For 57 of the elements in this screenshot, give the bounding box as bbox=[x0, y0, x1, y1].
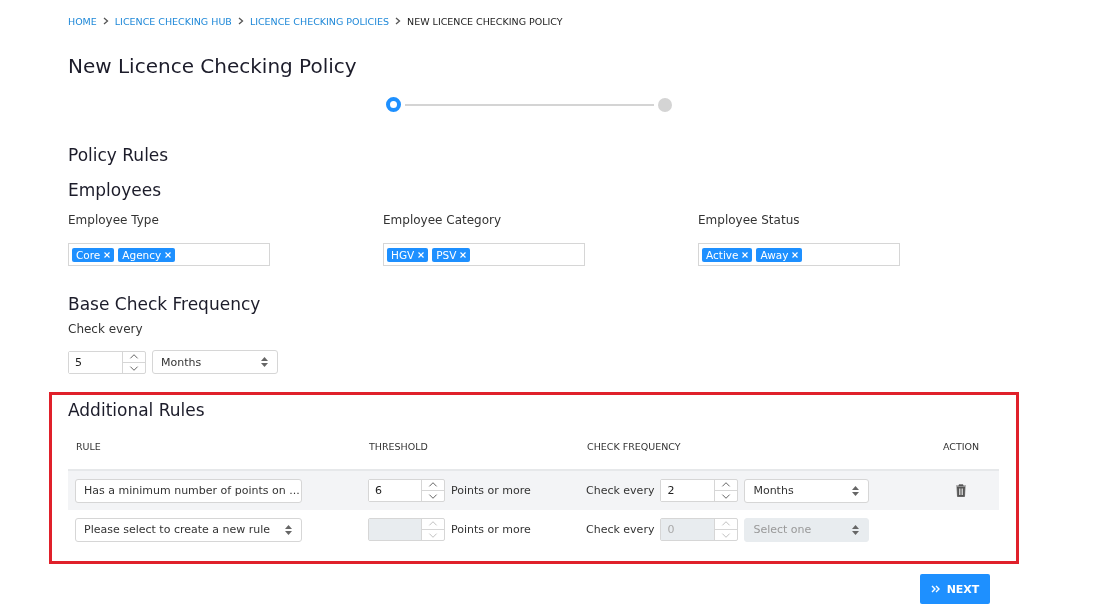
threshold-suffix: Points or more bbox=[451, 523, 531, 536]
next-button[interactable]: NEXT bbox=[920, 574, 990, 604]
select-field[interactable]: Months bbox=[744, 478, 870, 503]
page-title: New Licence Checking Policy bbox=[68, 53, 358, 79]
close-icon[interactable] bbox=[792, 251, 799, 258]
number-field[interactable]: 5 bbox=[68, 350, 146, 374]
frequency-label: Check every bbox=[586, 484, 655, 497]
close-icon[interactable] bbox=[418, 251, 425, 258]
tag-input-field[interactable]: HGV PSV bbox=[383, 243, 585, 266]
breadcrumb-link[interactable]: LICENCE CHECKING POLICIES bbox=[249, 15, 390, 27]
close-icon[interactable] bbox=[460, 251, 467, 258]
close-icon[interactable] bbox=[165, 251, 172, 258]
number-field[interactable]: 2 bbox=[660, 479, 739, 502]
up-arrow-icon[interactable] bbox=[422, 480, 444, 491]
breadcrumb-current: NEW LICENCE CHECKING POLICY bbox=[407, 15, 563, 27]
step-dot[interactable] bbox=[658, 97, 672, 112]
select-field[interactable]: Has a minimum number of points on ... bbox=[75, 478, 302, 503]
tag-chip[interactable]: Away bbox=[756, 247, 803, 262]
tag-chip[interactable]: HGV bbox=[387, 247, 429, 262]
tag-input-field[interactable]: Active Away bbox=[698, 243, 900, 266]
field-label: Employee Category bbox=[383, 213, 503, 229]
frequency-label: Check every bbox=[586, 523, 655, 536]
chevron-right-icon bbox=[237, 17, 244, 25]
tag-chip[interactable]: Active bbox=[702, 247, 753, 262]
field-label: Employee Type bbox=[68, 213, 160, 229]
chevron-right-icon bbox=[102, 17, 109, 25]
column-header: RULE bbox=[75, 441, 102, 454]
chevron-right-icon bbox=[395, 17, 402, 25]
double-chevron-icon bbox=[930, 585, 941, 593]
section-title: Base Check Frequency bbox=[68, 293, 262, 315]
step-dot[interactable] bbox=[386, 97, 401, 112]
column-header: ACTION bbox=[941, 441, 981, 454]
sort-caret-icon bbox=[261, 357, 268, 367]
trash-icon[interactable] bbox=[955, 484, 967, 497]
breadcrumb-link[interactable]: HOME bbox=[68, 15, 97, 27]
close-icon[interactable] bbox=[742, 251, 749, 258]
column-header: THRESHOLD bbox=[368, 441, 429, 454]
section-title: Policy Rules bbox=[68, 144, 170, 166]
number-field[interactable]: 6 bbox=[368, 479, 445, 502]
sort-caret-icon bbox=[852, 485, 860, 496]
sort-caret-icon bbox=[852, 524, 860, 535]
field-label: Check every bbox=[68, 322, 144, 338]
tag-input-field[interactable]: Core Agency bbox=[68, 243, 270, 266]
tag-chip[interactable]: Core bbox=[72, 247, 115, 262]
field-label: Employee Status bbox=[698, 213, 801, 229]
section-title: Additional Rules bbox=[68, 399, 206, 421]
threshold-suffix: Points or more bbox=[451, 484, 531, 497]
section-title: Employees bbox=[68, 179, 163, 201]
tag-chip[interactable]: PSV bbox=[432, 247, 471, 262]
column-header: CHECK FREQUENCY bbox=[586, 441, 682, 454]
sort-caret-icon bbox=[285, 524, 292, 535]
up-arrow-icon[interactable] bbox=[715, 480, 738, 491]
up-arrow-icon[interactable] bbox=[123, 351, 145, 363]
breadcrumb-link[interactable]: LICENCE CHECKING HUB bbox=[114, 15, 232, 27]
close-icon[interactable] bbox=[104, 251, 111, 258]
tag-chip[interactable]: Agency bbox=[118, 247, 176, 262]
select-field[interactable]: Months bbox=[152, 350, 278, 374]
